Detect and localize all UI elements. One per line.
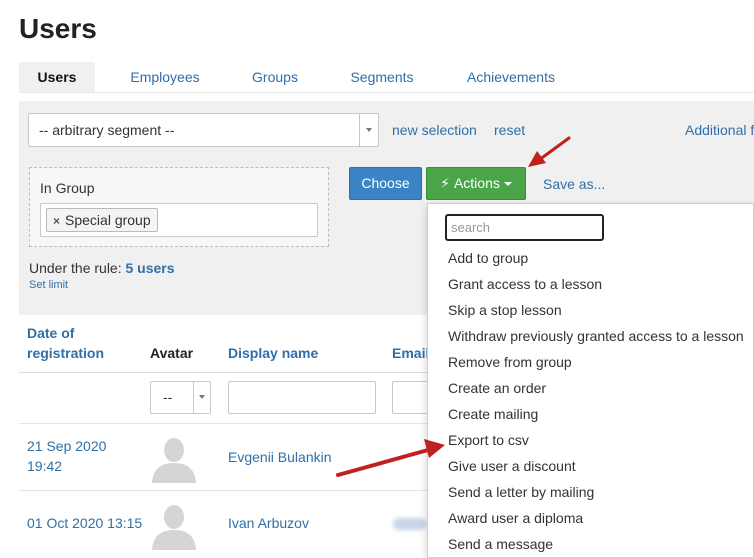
new-selection-link[interactable]: new selection: [392, 122, 477, 138]
display-name-filter-input[interactable]: [228, 381, 376, 414]
group-label: In Group: [40, 180, 95, 196]
menu-item-create-mailing[interactable]: Create mailing: [448, 406, 538, 422]
actions-search-input[interactable]: [445, 214, 604, 241]
column-header-date[interactable]: Date of registration: [27, 325, 104, 361]
tab-employees[interactable]: Employees: [115, 62, 215, 92]
segment-select[interactable]: -- arbitrary segment --: [28, 113, 379, 147]
tab-users[interactable]: Users: [19, 62, 95, 92]
chevron-down-icon: [359, 114, 378, 146]
avatar: [149, 433, 199, 483]
tab-bar: Users Employees Groups Segments Achievem…: [19, 62, 754, 93]
menu-item-skip-stop-lesson[interactable]: Skip a stop lesson: [448, 302, 562, 318]
user-silhouette-icon: [152, 505, 196, 550]
caret-down-icon: [503, 182, 512, 187]
menu-item-award-diploma[interactable]: Award user a diploma: [448, 510, 583, 526]
users-page: Users Users Employees Groups Segments Ac…: [0, 0, 754, 558]
choose-button[interactable]: Choose: [349, 167, 422, 200]
user-display-name[interactable]: Ivan Arbuzov: [228, 515, 309, 531]
page-title: Users: [19, 13, 97, 44]
menu-item-send-message[interactable]: Send a message: [448, 536, 553, 552]
tab-achievements[interactable]: Achievements: [451, 62, 571, 92]
tab-groups[interactable]: Groups: [233, 62, 317, 92]
column-header-avatar: Avatar: [150, 345, 194, 361]
menu-item-send-letter[interactable]: Send a letter by mailing: [448, 484, 594, 500]
group-input[interactable]: × Special group: [40, 203, 318, 237]
menu-item-grant-access[interactable]: Grant access to a lesson: [448, 276, 602, 292]
actions-dropdown: Add to group Grant access to a lesson Sk…: [427, 203, 754, 558]
avatar-filter-select[interactable]: --: [150, 381, 211, 414]
additional-filters-link[interactable]: Additional filters: [685, 122, 754, 138]
set-limit-link[interactable]: Set limit: [29, 279, 68, 291]
tab-segments[interactable]: Segments: [337, 62, 427, 92]
reset-link[interactable]: reset: [494, 122, 525, 138]
registration-date: 01 Oct 2020 13:15: [27, 515, 143, 531]
chevron-down-icon: [193, 382, 210, 413]
email-filter-input[interactable]: [392, 381, 432, 414]
segment-select-value: -- arbitrary segment --: [39, 122, 175, 138]
actions-button[interactable]: ⚡ Actions: [426, 167, 526, 200]
menu-item-export-csv[interactable]: Export to csv: [448, 432, 529, 448]
column-header-email[interactable]: Email: [392, 345, 429, 361]
user-display-name[interactable]: Evgenii Bulankin: [228, 449, 332, 465]
registration-date: 21 Sep 2020 19:42: [27, 438, 107, 474]
menu-item-give-discount[interactable]: Give user a discount: [448, 458, 576, 474]
group-tag-label: Special group: [65, 212, 151, 228]
remove-tag-icon[interactable]: ×: [53, 214, 60, 228]
group-tag: × Special group: [46, 208, 158, 232]
avatar: [149, 500, 199, 550]
email-blurred: [393, 518, 427, 530]
column-header-display-name[interactable]: Display name: [228, 345, 318, 361]
menu-item-add-to-group[interactable]: Add to group: [448, 250, 528, 266]
rule-count[interactable]: 5 users: [126, 260, 175, 276]
rule-summary: Under the rule: 5 users: [29, 260, 175, 276]
menu-item-create-order[interactable]: Create an order: [448, 380, 546, 396]
user-silhouette-icon: [152, 438, 196, 483]
menu-item-remove-from-group[interactable]: Remove from group: [448, 354, 572, 370]
annotation-arrow-export: [336, 448, 430, 477]
save-as-link[interactable]: Save as...: [543, 176, 605, 192]
menu-item-withdraw-access[interactable]: Withdraw previously granted access to a …: [448, 328, 744, 344]
bolt-icon: ⚡: [440, 175, 450, 191]
